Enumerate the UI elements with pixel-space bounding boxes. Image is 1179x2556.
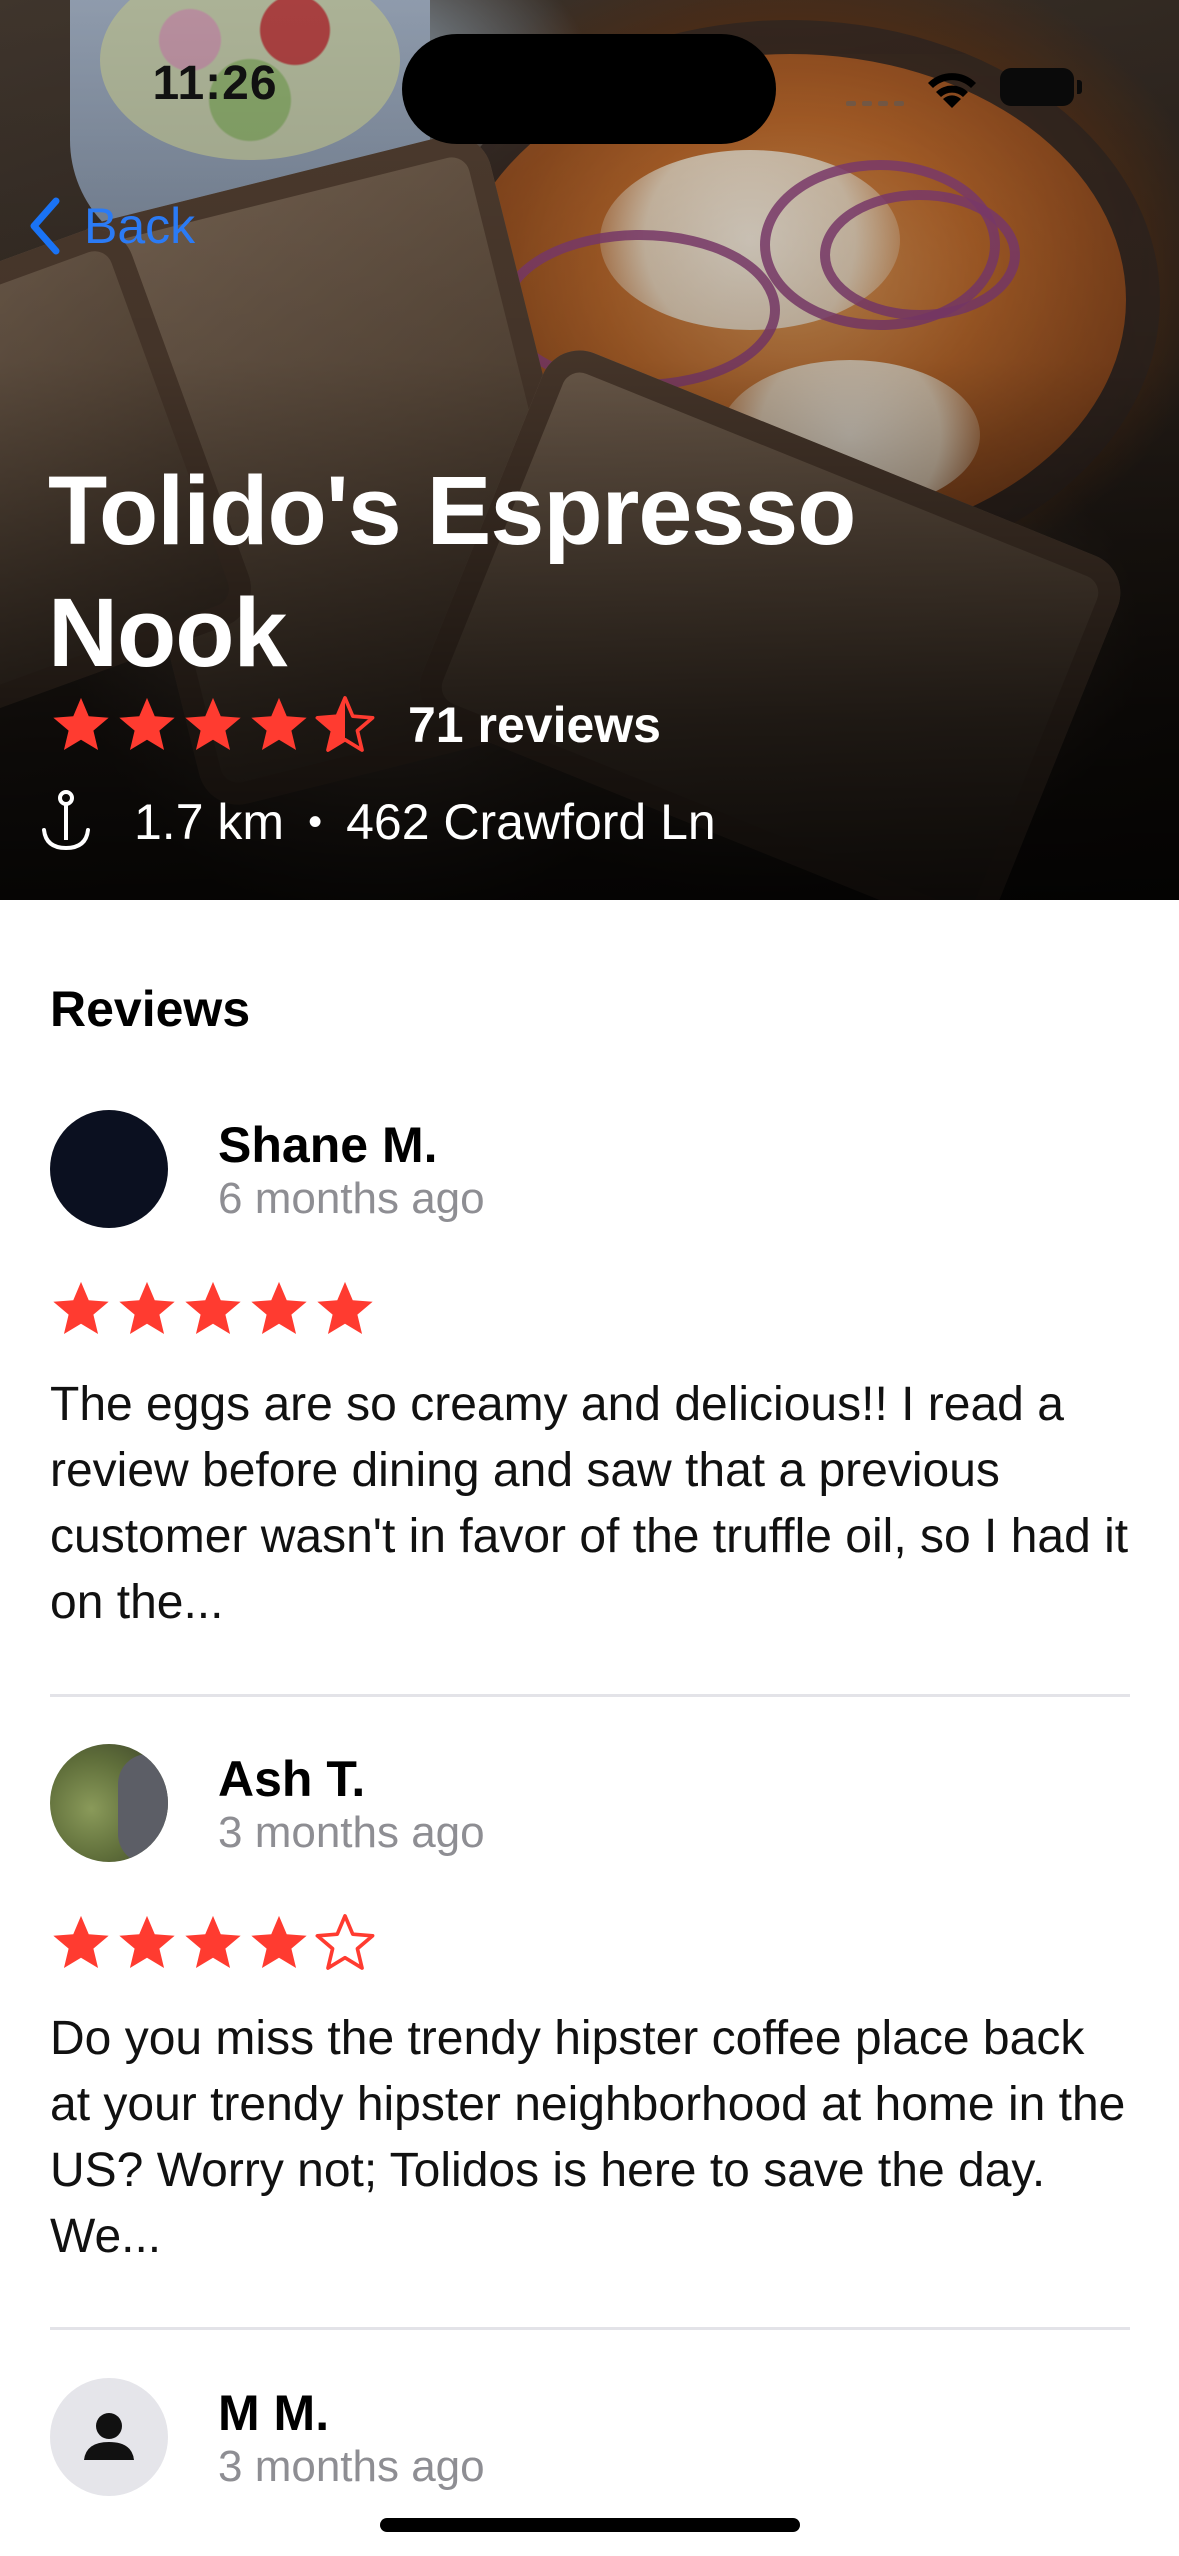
review-stars <box>50 1912 380 1974</box>
review-date: 6 months ago <box>218 1174 485 1223</box>
page-title: Tolido's Espresso Nook <box>48 456 856 687</box>
star-filled-icon <box>317 1281 373 1335</box>
divider <box>50 1694 1130 1697</box>
star-empty-icon <box>315 1914 375 1970</box>
anchor-pin-icon <box>42 790 90 851</box>
status-time: 11:26 <box>152 57 278 110</box>
place-rating: 71 reviews <box>50 690 661 760</box>
star-filled-icon <box>53 1281 109 1335</box>
person-icon <box>84 2413 134 2460</box>
star-filled-icon <box>185 1915 241 1969</box>
chevron-left-icon <box>30 197 60 255</box>
wifi-icon <box>928 73 976 108</box>
star-filled-icon <box>53 697 109 751</box>
reviewer-name: Shane M. <box>218 1117 438 1173</box>
place-stars <box>50 694 380 756</box>
star-filled-icon <box>119 697 175 751</box>
review-text: Do you miss the trendy hipster coffee pl… <box>50 2012 1126 2263</box>
distance: 1.7 km <box>134 794 285 850</box>
reviewer-name: M M. <box>218 2385 330 2441</box>
star-filled-icon <box>185 697 241 751</box>
star-filled-icon <box>251 1281 307 1335</box>
avatar <box>50 1110 168 1228</box>
reviewer-name: Ash T. <box>218 1751 366 1807</box>
avatar <box>50 1744 168 1862</box>
cellular-signal-icon <box>846 92 906 106</box>
star-filled-icon <box>119 1281 175 1335</box>
review-stars <box>50 1278 380 1340</box>
location-row: 1.7 km • 462 Crawford Ln <box>38 790 716 854</box>
separator-dot: • <box>308 799 323 844</box>
star-filled-icon <box>185 1281 241 1335</box>
dynamic-island <box>402 34 776 144</box>
star-filled-icon <box>53 1915 109 1969</box>
star-filled-icon <box>119 1915 175 1969</box>
back-label: Back <box>84 198 196 254</box>
avatar <box>50 2378 168 2496</box>
reviews-heading: Reviews <box>50 981 251 1037</box>
review-date: 3 months ago <box>218 2442 485 2491</box>
battery-icon <box>1000 68 1082 106</box>
review-text: The eggs are so creamy and delicious!! I… <box>50 1378 1129 1629</box>
star-filled-icon <box>251 1915 307 1969</box>
star-filled-icon <box>251 697 307 751</box>
star-half-icon <box>315 696 375 752</box>
review-count: 71 reviews <box>408 697 661 753</box>
home-indicator[interactable] <box>380 2518 800 2532</box>
back-button[interactable]: Back <box>26 196 195 256</box>
address: 462 Crawford Ln <box>346 794 716 850</box>
divider <box>50 2327 1130 2330</box>
review-date: 3 months ago <box>218 1808 485 1857</box>
